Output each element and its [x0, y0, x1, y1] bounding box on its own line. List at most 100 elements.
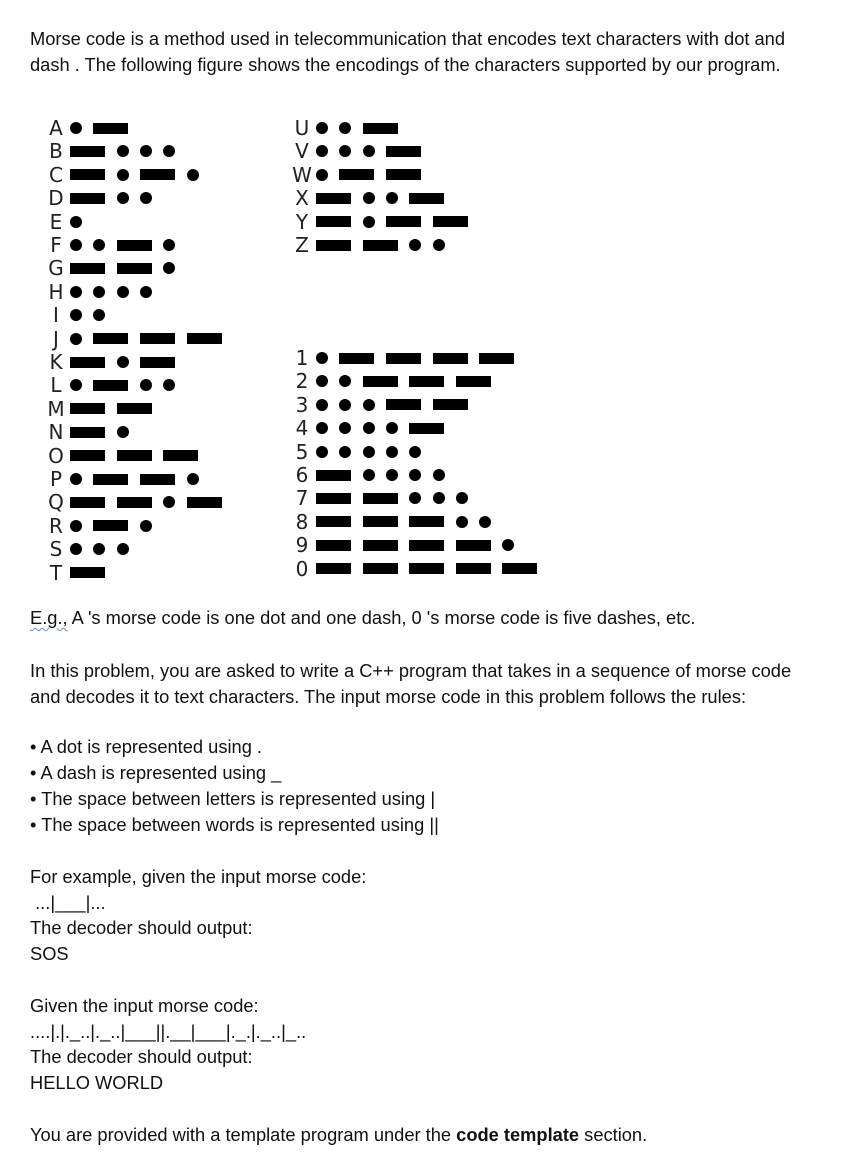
morse-dot: [70, 285, 82, 298]
morse-dot: [502, 539, 515, 552]
morse-dot: [316, 445, 328, 458]
morse-dash: [385, 145, 421, 157]
morse-dot: [70, 215, 82, 228]
morse-row-z: Z: [292, 234, 572, 256]
morse-dash: [362, 539, 398, 551]
morse-dash: [316, 192, 351, 204]
morse-dot: [316, 375, 328, 388]
morse-dot: [339, 122, 352, 134]
morse-char-label: J: [53, 326, 59, 351]
morse-char-label: 9: [295, 533, 309, 558]
spellcheck-word[interactable]: E.g.,: [30, 607, 68, 628]
morse-dot: [362, 145, 375, 158]
morse-row-o: O: [46, 445, 326, 467]
morse-dash: [479, 352, 515, 364]
morse-dot: [409, 469, 422, 481]
morse-char-label: M: [47, 396, 65, 421]
morse-row-j: J: [46, 328, 326, 350]
morse-dash: [455, 563, 491, 575]
morse-char-label: U: [294, 116, 310, 140]
morse-dot: [339, 145, 352, 158]
morse-row-n: N: [46, 421, 326, 443]
morse-dot: [116, 426, 129, 439]
morse-char-label: I: [53, 303, 59, 328]
morse-dash: [186, 496, 222, 508]
morse-dot: [362, 422, 375, 435]
morse-dot: [70, 519, 82, 532]
morse-dash: [93, 333, 129, 345]
morse-dot: [362, 445, 375, 458]
morse-char-label: T: [49, 560, 63, 585]
morse-dash: [316, 492, 351, 504]
morse-char-label: 6: [295, 463, 309, 487]
morse-dash: [455, 539, 491, 551]
morse-dot: [385, 192, 398, 205]
morse-dash: [316, 216, 351, 228]
morse-dot: [163, 262, 176, 275]
morse-dash: [163, 450, 199, 462]
morse-dash: [139, 356, 175, 368]
morse-char-label: F: [50, 233, 62, 257]
morse-dash: [116, 450, 152, 462]
footer-text: You are provided with a template program…: [30, 1122, 647, 1148]
morse-dot: [362, 469, 375, 481]
morse-row-d: D: [46, 187, 326, 209]
morse-row-u: U: [292, 117, 572, 139]
morse-dot: [163, 379, 176, 392]
rule-item: • A dot is represented using .: [30, 736, 263, 757]
morse-dash: [316, 563, 351, 575]
morse-dot: [316, 422, 328, 435]
morse-dash: [70, 450, 105, 462]
example-note-text: A 's morse code is one dot and one dash,…: [67, 607, 696, 628]
morse-dash: [70, 496, 105, 508]
morse-row-y: Y: [292, 211, 572, 233]
example1-output: SOS: [30, 943, 69, 964]
morse-char-label: V: [295, 139, 309, 164]
morse-row-1: 1: [292, 347, 572, 369]
morse-dash: [93, 122, 129, 134]
morse-dash: [362, 492, 398, 504]
example2-output: HELLO WORLD: [30, 1072, 164, 1093]
morse-dot: [139, 192, 152, 205]
morse-row-e: E: [46, 211, 326, 233]
morse-dot: [316, 122, 328, 134]
morse-dot: [432, 469, 445, 481]
morse-dash: [116, 262, 152, 274]
morse-dash: [139, 473, 175, 485]
morse-dash: [316, 516, 351, 528]
morse-dash: [139, 333, 175, 345]
morse-dot: [362, 192, 375, 205]
morse-dash: [502, 563, 538, 575]
morse-dash: [385, 352, 421, 364]
morse-dash: [385, 169, 421, 181]
morse-dash: [432, 399, 468, 411]
morse-dot: [70, 309, 82, 322]
morse-dash: [339, 169, 375, 181]
morse-dot: [116, 543, 129, 556]
morse-char-label: Z: [295, 233, 309, 257]
morse-dash: [116, 403, 152, 415]
morse-dot: [316, 145, 328, 158]
morse-row-5: 5: [292, 441, 572, 463]
morse-dash: [432, 352, 468, 364]
rule-item: • The space between words is represented…: [30, 814, 439, 835]
morse-dash: [139, 169, 175, 181]
morse-char-label: K: [49, 350, 63, 374]
morse-dash: [385, 216, 421, 228]
example2-intro: Given the input morse code:: [30, 995, 259, 1016]
morse-dash: [316, 469, 351, 481]
morse-char-label: W: [292, 162, 312, 187]
morse-dot: [362, 398, 375, 411]
morse-dash: [362, 122, 398, 134]
morse-dash: [93, 379, 129, 391]
morse-dot: [316, 352, 328, 364]
morse-char-label: 7: [295, 486, 309, 511]
morse-dash: [409, 563, 445, 575]
morse-dash: [362, 375, 398, 387]
morse-dot: [455, 515, 468, 528]
morse-dot: [70, 543, 82, 556]
morse-dash: [409, 539, 445, 551]
morse-dot: [139, 519, 152, 532]
morse-row-9: 9: [292, 534, 572, 556]
morse-dot: [116, 168, 129, 181]
